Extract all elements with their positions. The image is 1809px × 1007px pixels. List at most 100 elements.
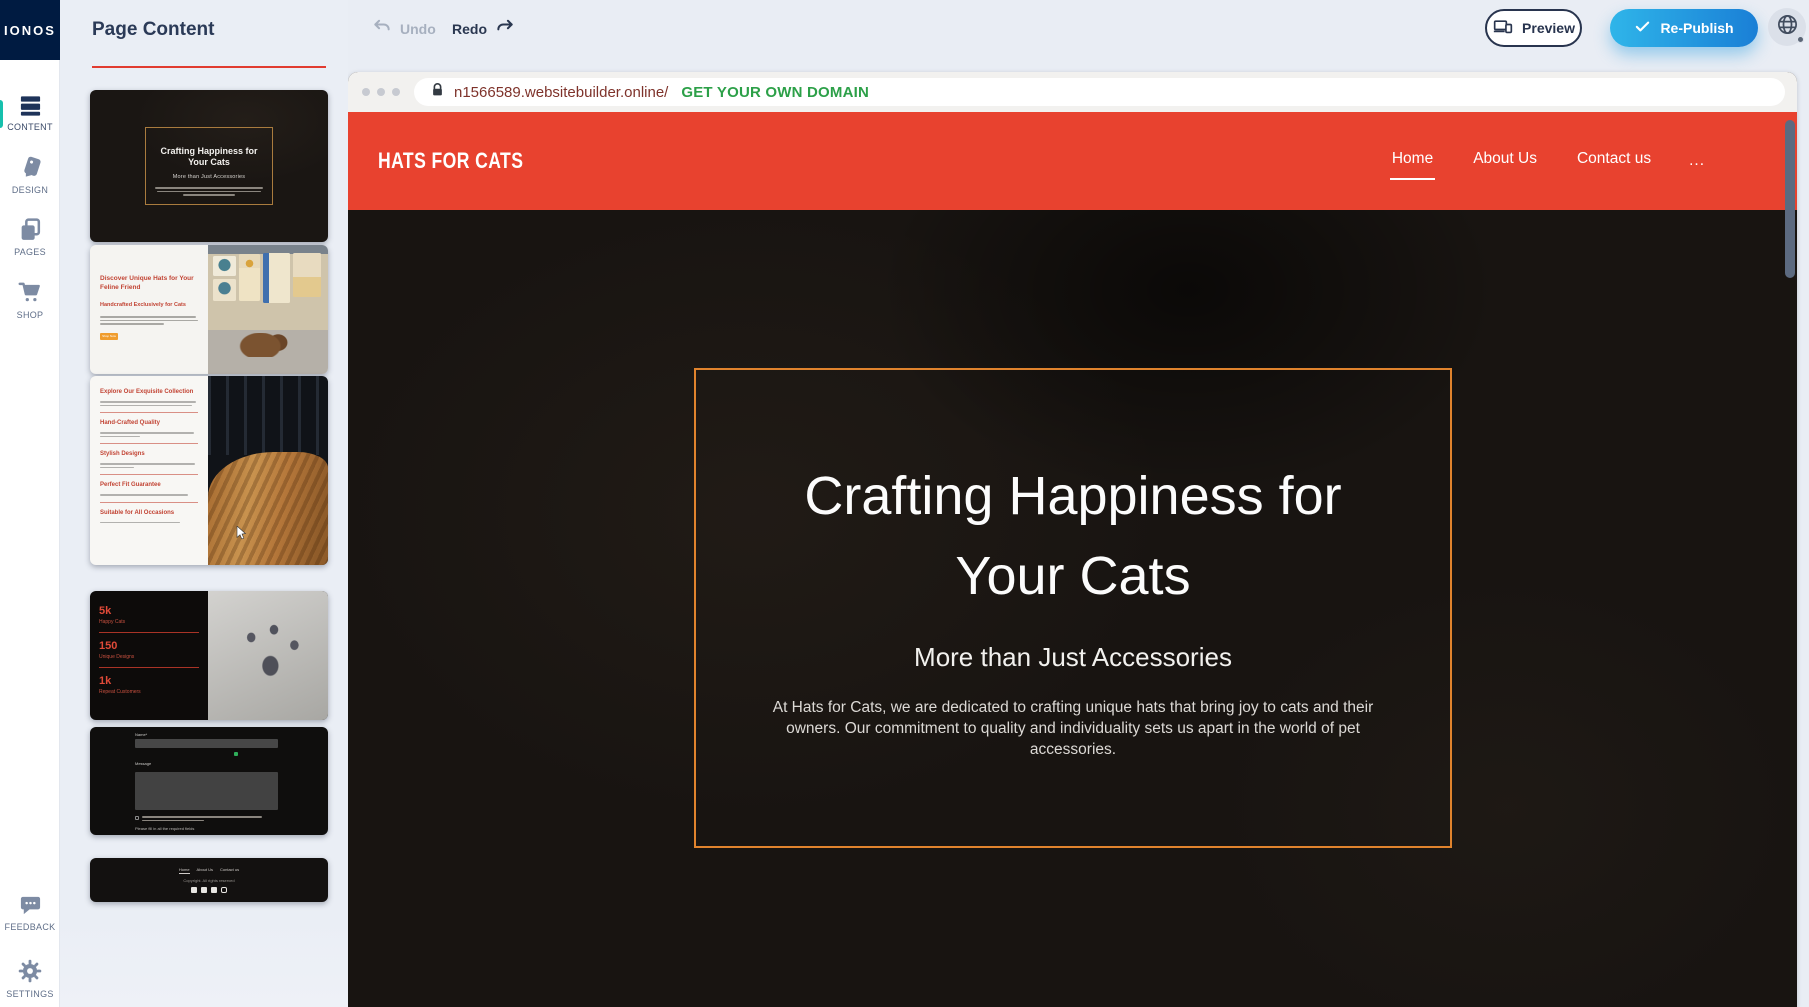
divider (100, 443, 198, 444)
form-name-label: Name* (135, 732, 278, 737)
collection-heading: Stylish Designs (100, 451, 198, 457)
site-header: HATS FOR CATS Home About Us Contact us .… (348, 112, 1797, 210)
form-message-textarea (135, 772, 278, 810)
republish-button[interactable]: Re-Publish (1610, 9, 1758, 47)
undo-label: Undo (400, 21, 436, 37)
thumbnail-discover-heading: Discover Unique Hats for Your Feline Fri… (100, 275, 200, 292)
form-required-note: Please fill in all the required fields (135, 826, 278, 831)
globe-notification-dot (1797, 36, 1804, 43)
placeholder-text-lines (155, 185, 263, 196)
divider (100, 502, 198, 503)
browser-chrome-bar: n1566589.websitebuilder.online/ GET YOUR… (348, 72, 1797, 112)
thumbnail-footer-copyright: Copyright. All rights reserved (183, 878, 234, 883)
stat-value: 5k (99, 605, 208, 617)
settings-gear-icon (17, 958, 43, 984)
thumbnail-contact-form: Name* Message Please fill in all the req… (135, 732, 278, 835)
site-logo-text[interactable]: HATS FOR CATS (378, 148, 523, 174)
hero-body-text[interactable]: At Hats for Cats, we are dedicated to cr… (749, 697, 1397, 760)
language-globe-button[interactable] (1768, 8, 1806, 46)
site-nav: Home About Us Contact us ... (1390, 142, 1705, 180)
thumbnail-tabby-cat-photo (208, 376, 328, 565)
placeholder-text-lines (100, 399, 198, 406)
mouse-cursor (236, 526, 248, 545)
checkbox (135, 816, 139, 820)
collection-heading: Suitable for All Occasions (100, 510, 198, 516)
placeholder-text-lines (100, 461, 198, 468)
redo-icon (495, 17, 515, 40)
rail-item-label: SHOP (17, 310, 44, 320)
thumbnail-contact-form-section[interactable]: Name* Message Please fill in all the req… (90, 727, 328, 835)
thumbnail-shop-now-button: Shop Now (100, 333, 118, 340)
rail-item-label: PAGES (14, 247, 46, 257)
browser-address-bar[interactable]: n1566589.websitebuilder.online/ GET YOUR… (414, 78, 1785, 106)
rail-item-label: CONTENT (7, 122, 53, 132)
rail-item-shop[interactable]: SHOP (0, 279, 60, 320)
nav-item-home[interactable]: Home (1390, 142, 1435, 180)
page-content-panel: Page Content Crafting Happiness for Your… (60, 0, 348, 1007)
republish-label: Re-Publish (1660, 20, 1733, 36)
pages-icon (18, 217, 43, 242)
thumbnail-hero-section[interactable]: Crafting Happiness for Your Cats More th… (90, 90, 328, 242)
divider (99, 632, 199, 633)
rail-item-settings[interactable]: SETTINGS (0, 958, 60, 999)
hero-subheading[interactable]: More than Just Accessories (696, 642, 1450, 673)
divider (99, 667, 199, 668)
thumbnail-stats-text: 5k Happy Cats 150 Unique Designs 1k Repe… (90, 591, 208, 720)
shop-cart-icon (17, 279, 43, 305)
site-url: n1566589.websitebuilder.online/ (454, 84, 668, 101)
hero-heading[interactable]: Crafting Happiness for Your Cats (753, 456, 1393, 616)
canvas-scrollbar-thumb[interactable] (1785, 120, 1795, 278)
cat-fur-shape (208, 452, 328, 565)
check-icon (1634, 18, 1651, 38)
form-consent-checkbox-row (135, 816, 278, 821)
placeholder-text-lines (100, 430, 198, 437)
divider (100, 474, 198, 475)
rail-item-pages[interactable]: PAGES (0, 217, 60, 257)
stat-label: Repeat Customers (99, 689, 208, 695)
thumbnail-hero-border-box: Crafting Happiness for Your Cats More th… (145, 127, 273, 205)
thumbnail-social-icons (191, 887, 227, 893)
thumbnail-discover-section[interactable]: Discover Unique Hats for Your Feline Fri… (90, 245, 328, 374)
panel-title: Page Content (92, 19, 214, 41)
placeholder-text-lines (142, 816, 262, 821)
rail-item-label: DESIGN (12, 185, 48, 195)
design-icon (17, 154, 43, 180)
site-preview-canvas: n1566589.websitebuilder.online/ GET YOUR… (348, 72, 1797, 1007)
redo-button[interactable]: Redo (452, 17, 515, 40)
collection-heading: Perfect Fit Guarantee (100, 482, 198, 488)
stat-value: 150 (99, 640, 208, 652)
collection-heading: Hand-Crafted Quality (100, 420, 198, 426)
nav-item-contact-us[interactable]: Contact us (1575, 142, 1653, 180)
thumbnail-footer-section[interactable]: Home About Us Contact us Copyright. All … (90, 858, 328, 902)
panel-title-underline (92, 66, 326, 68)
browser-window-dots (362, 88, 400, 96)
thumbnail-paw-print-photo (208, 591, 328, 720)
rail-item-design[interactable]: DESIGN (0, 154, 60, 195)
thumbnail-discover-text: Discover Unique Hats for Your Feline Fri… (90, 245, 208, 374)
thumbnail-collection-section[interactable]: Explore Our Exquisite Collection Hand-Cr… (90, 376, 328, 565)
undo-icon (372, 17, 392, 40)
rail-item-content[interactable]: CONTENT (0, 94, 60, 132)
hero-section[interactable]: Crafting Happiness for Your Cats More th… (348, 210, 1797, 1007)
globe-icon (1776, 13, 1799, 41)
photo-background-streaks (208, 376, 328, 455)
rail-item-feedback[interactable]: FEEDBACK (0, 894, 60, 932)
hero-selection-box[interactable]: Crafting Happiness for Your Cats More th… (694, 368, 1452, 848)
preview-button[interactable]: Preview (1485, 9, 1582, 47)
ionos-logo[interactable]: IONOS (0, 0, 60, 60)
undo-button[interactable]: Undo (372, 17, 436, 40)
get-your-own-domain-link[interactable]: GET YOUR OWN DOMAIN (681, 84, 869, 101)
thumbnail-stats-section[interactable]: 5k Happy Cats 150 Unique Designs 1k Repe… (90, 591, 328, 720)
thumbnail-footer-links: Home About Us Contact us (179, 867, 239, 874)
nav-item-about-us[interactable]: About Us (1471, 142, 1539, 180)
nav-more-menu[interactable]: ... (1689, 152, 1705, 170)
thumbnail-hero-subheading: More than Just Accessories (173, 174, 245, 180)
cat-photo-shape (236, 333, 290, 357)
placeholder-text-lines (100, 520, 198, 524)
collection-heading: Explore Our Exquisite Collection (100, 389, 198, 395)
thumbnail-street-cat-photo (208, 245, 328, 374)
form-name-input (135, 739, 278, 748)
redo-label: Redo (452, 21, 487, 37)
form-green-icon (234, 752, 238, 756)
rail-item-label: SETTINGS (6, 989, 53, 999)
